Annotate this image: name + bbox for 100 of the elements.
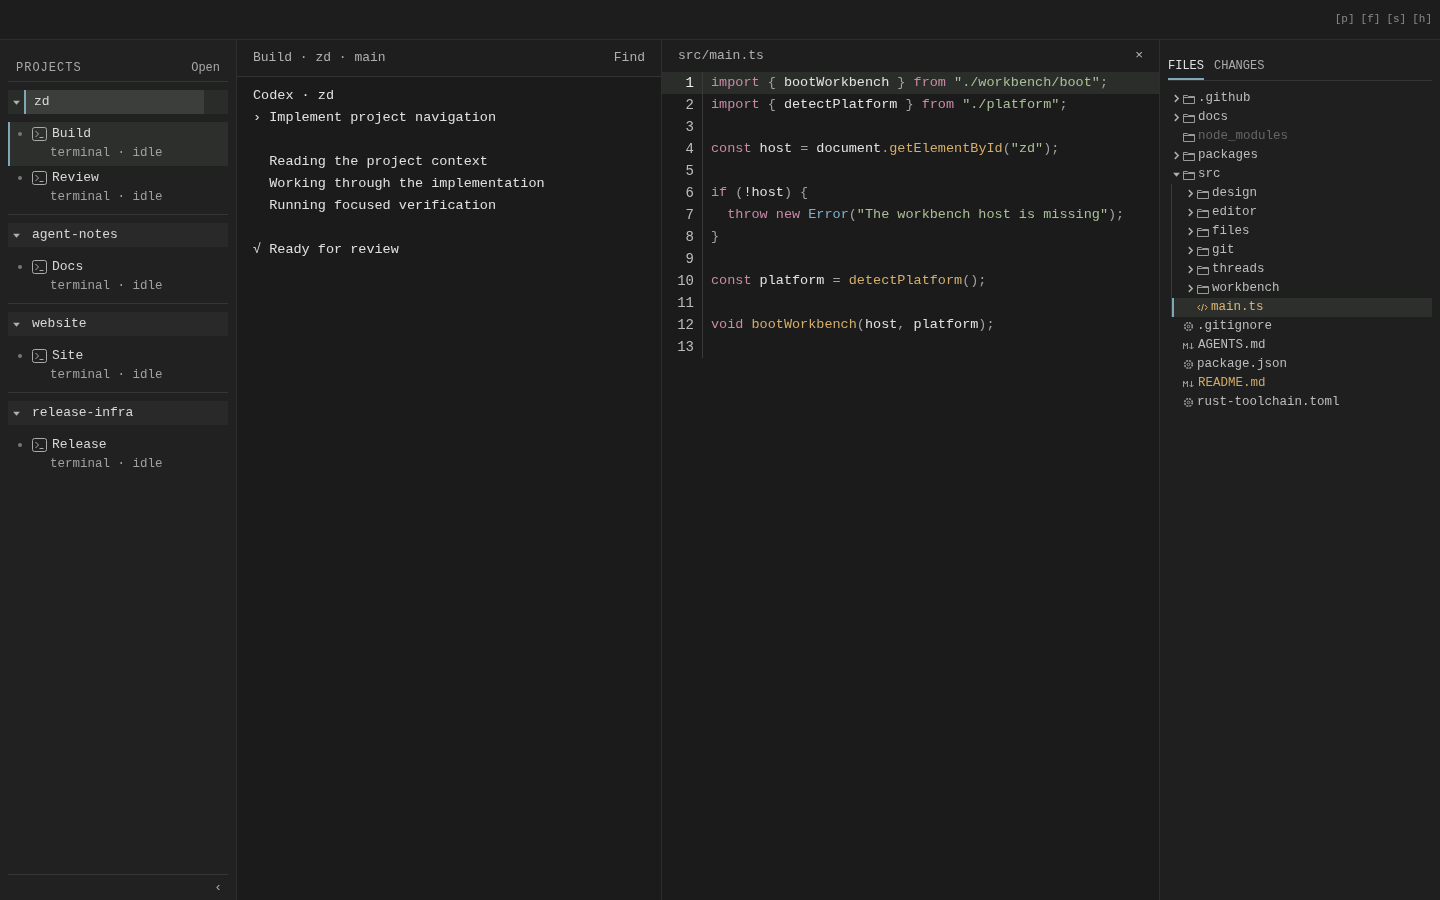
tree-item[interactable]: files (1172, 222, 1432, 241)
project-row[interactable]: agent-notes (8, 223, 228, 247)
session-status: terminal · idle (49, 367, 164, 384)
file-name: main.ts (1211, 299, 1264, 317)
shortcut-key[interactable]: [h] (1412, 11, 1432, 28)
line-number: 13 (662, 336, 703, 358)
code-icon (1197, 303, 1208, 312)
output-line: › Implement project navigation (253, 109, 498, 127)
gear-icon (1183, 321, 1194, 332)
session-item[interactable]: Review terminal · idle (8, 166, 228, 210)
shortcut-key[interactable]: [s] (1386, 11, 1407, 28)
file-name: README.md (1198, 375, 1266, 393)
code-line: throw new Error("The workbench host is missing"); (726, 205, 1125, 224)
file-name: src (1198, 166, 1221, 184)
folder-icon (1197, 283, 1209, 294)
terminal-icon (32, 171, 47, 185)
tree-item[interactable]: .gitignore (1168, 317, 1432, 336)
folder-icon (1183, 112, 1195, 123)
panel-tab[interactable]: CHANGES (1214, 57, 1265, 80)
code-line: } (710, 227, 720, 246)
tree-item[interactable]: docs (1168, 108, 1432, 127)
file-name: package.json (1197, 356, 1287, 374)
tree-item[interactable]: design (1172, 184, 1432, 203)
session-status: terminal · idle (49, 189, 164, 206)
code-line: void bootWorkbench(host, platform); (710, 315, 995, 334)
tree-item[interactable]: git (1172, 241, 1432, 260)
tree-item[interactable]: AGENTS.md (1168, 336, 1432, 355)
output-line: Working through the implementation (268, 175, 546, 193)
session-item[interactable]: Build terminal · idle (8, 122, 228, 166)
breadcrumb: Build · zd · main (253, 49, 386, 68)
file-name: design (1212, 185, 1257, 203)
file-name: files (1212, 223, 1250, 241)
session-name: Site (52, 347, 84, 366)
session-item[interactable]: Docs terminal · idle (8, 255, 228, 299)
session-status: terminal · idle (49, 278, 164, 295)
tree-item[interactable]: packages (1168, 146, 1432, 165)
file-path: src/main.ts (678, 47, 764, 66)
project-name: zd (24, 90, 204, 114)
folder-icon (1197, 188, 1209, 199)
code-line: if (!host) { (710, 183, 809, 202)
session-item[interactable]: Release terminal · idle (8, 433, 228, 477)
session-name: Release (52, 436, 107, 455)
tree-item[interactable]: main.ts (1172, 298, 1432, 317)
markdown-icon (1183, 341, 1195, 350)
file-name: AGENTS.md (1198, 337, 1266, 355)
find-button[interactable]: Find (613, 48, 645, 68)
line-number: 12 (662, 314, 703, 336)
markdown-icon (1183, 379, 1195, 388)
session-status: terminal · idle (49, 456, 164, 473)
output-line: Running focused verification (268, 197, 498, 215)
panel-title: PROJECTS (16, 59, 82, 77)
folder-icon (1197, 207, 1209, 218)
file-name: editor (1212, 204, 1257, 222)
line-number: 10 (662, 270, 703, 292)
session-item[interactable]: Site terminal · idle (8, 344, 228, 388)
terminal-icon (32, 127, 47, 141)
line-number: 2 (662, 94, 703, 116)
folder-icon (1183, 169, 1195, 180)
code-line: const host = document.getElementById("zd"); (710, 139, 1060, 158)
file-name: .gitignore (1197, 318, 1272, 336)
project-name: agent-notes (31, 226, 118, 245)
shortcut-key[interactable]: [p] (1334, 11, 1355, 28)
tree-item[interactable]: editor (1172, 203, 1432, 222)
shortcut-key[interactable]: [f] (1360, 11, 1381, 28)
line-number: 1 (662, 72, 703, 94)
collapse-button[interactable]: ‹ (214, 877, 222, 898)
panel-tab[interactable]: FILES (1168, 57, 1204, 80)
output-line: √ Ready for review (253, 241, 400, 259)
tree-item[interactable]: .github (1168, 89, 1432, 108)
tree-item[interactable]: workbench (1172, 279, 1432, 298)
session-name: Review (52, 169, 99, 188)
tree-item[interactable]: threads (1172, 260, 1432, 279)
folder-icon (1197, 226, 1209, 237)
folder-icon (1183, 93, 1195, 104)
file-name: docs (1198, 109, 1228, 127)
file-name: node_modules (1198, 128, 1288, 146)
line-number: 9 (662, 248, 703, 270)
session-name: Build (52, 125, 91, 144)
gear-icon (1183, 359, 1194, 370)
project-row[interactable]: zd (8, 90, 228, 114)
project-name: website (31, 315, 87, 334)
code-line: import { bootWorkbench } from "./workbench/boot"; (710, 73, 1108, 92)
close-button[interactable]: × (1135, 46, 1143, 66)
file-name: workbench (1212, 280, 1280, 298)
file-name: packages (1198, 147, 1258, 165)
line-number: 11 (662, 292, 703, 314)
tree-item[interactable]: rust-toolchain.toml (1168, 393, 1432, 412)
terminal-icon (32, 349, 47, 363)
folder-icon (1197, 245, 1209, 256)
file-name: rust-toolchain.toml (1197, 394, 1340, 412)
file-name: .github (1198, 90, 1251, 108)
tree-item[interactable]: src (1168, 165, 1432, 184)
line-number: 7 (662, 204, 703, 226)
tree-item[interactable]: README.md (1168, 374, 1432, 393)
file-name: threads (1212, 261, 1265, 279)
file-name: git (1212, 242, 1235, 260)
tree-item[interactable]: package.json (1168, 355, 1432, 374)
project-row[interactable]: release-infra (8, 401, 228, 425)
project-row[interactable]: website (8, 312, 228, 336)
open-button[interactable]: Open (191, 58, 220, 77)
